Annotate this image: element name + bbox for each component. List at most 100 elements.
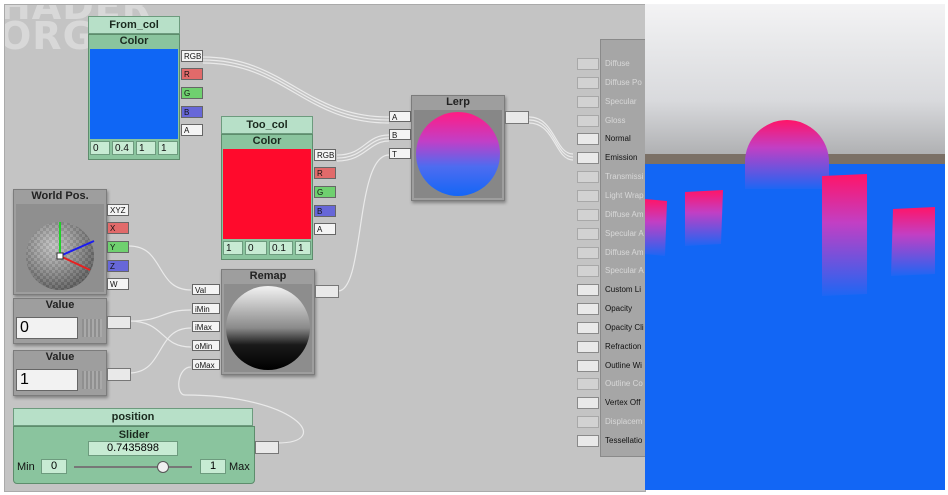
slider-min-field[interactable]: 0 bbox=[41, 459, 67, 474]
output-w[interactable]: W bbox=[107, 278, 129, 290]
output-rgb[interactable]: RGB bbox=[314, 149, 336, 161]
main-input-row[interactable]: Light Wrap bbox=[577, 189, 645, 202]
main-input-row[interactable]: Custom Li bbox=[577, 284, 645, 297]
main-input-connector[interactable] bbox=[577, 303, 599, 316]
slider-track[interactable] bbox=[74, 466, 192, 468]
from-col-b[interactable]: 1 bbox=[136, 141, 156, 155]
node-editor-canvas[interactable]: HADER ORGE From_col Color 0 0.4 1 1 RGB … bbox=[4, 4, 646, 492]
value-node-1[interactable]: Value 1 bbox=[13, 350, 107, 396]
main-input-connector[interactable] bbox=[577, 95, 599, 108]
main-input-row[interactable]: Emission bbox=[577, 152, 645, 165]
lerp-output[interactable] bbox=[505, 111, 529, 124]
main-input-row[interactable]: Gloss bbox=[577, 114, 645, 127]
output-a[interactable]: A bbox=[314, 223, 336, 235]
remap-node[interactable]: Remap bbox=[221, 269, 315, 375]
remap-output[interactable] bbox=[315, 285, 339, 298]
main-input-connector[interactable] bbox=[577, 152, 599, 165]
main-input-row[interactable]: Diffuse Am bbox=[577, 208, 645, 221]
from-col-swatch[interactable] bbox=[90, 49, 178, 139]
from-col-values[interactable]: 0 0.4 1 1 bbox=[90, 140, 178, 158]
too-col-r[interactable]: 1 bbox=[223, 241, 243, 255]
main-input-connector[interactable] bbox=[577, 208, 599, 221]
value-grip-icon[interactable] bbox=[82, 319, 102, 337]
main-input-row[interactable]: Transmissi bbox=[577, 171, 645, 184]
from-col-g[interactable]: 0.4 bbox=[112, 141, 134, 155]
main-input-connector[interactable] bbox=[577, 435, 599, 447]
too-col-swatch[interactable] bbox=[223, 149, 311, 239]
remap-input-imin[interactable]: iMin bbox=[192, 303, 220, 314]
position-output[interactable] bbox=[255, 441, 279, 454]
output-r[interactable]: R bbox=[181, 68, 203, 80]
output-x[interactable]: X bbox=[107, 222, 129, 234]
slider-thumb[interactable] bbox=[156, 461, 169, 473]
lerp-input-t[interactable]: T bbox=[389, 148, 411, 159]
main-input-row[interactable]: Outline Co bbox=[577, 378, 645, 391]
main-output-node[interactable]: Diffuse Diffuse Po Specular Gloss Normal Emis… bbox=[577, 39, 645, 457]
slider-max-field[interactable]: 1 bbox=[200, 459, 226, 474]
value-grip-icon[interactable] bbox=[82, 371, 102, 389]
output-g[interactable]: G bbox=[314, 186, 336, 198]
remap-input-omax[interactable]: oMax bbox=[192, 359, 220, 370]
main-input-connector[interactable] bbox=[577, 340, 599, 353]
preview-viewport[interactable] bbox=[645, 4, 945, 490]
world-pos-node[interactable]: World Pos. bbox=[13, 189, 107, 295]
output-y[interactable]: Y bbox=[107, 241, 129, 253]
value-field[interactable]: 1 bbox=[16, 369, 78, 391]
from-col-a[interactable]: 1 bbox=[158, 141, 178, 155]
remap-input-imax[interactable]: iMax bbox=[192, 321, 220, 332]
lerp-input-b[interactable]: B bbox=[389, 129, 411, 140]
main-input-row[interactable]: Specular A bbox=[577, 265, 645, 278]
too-col-a[interactable]: 1 bbox=[295, 241, 311, 255]
value-node-0[interactable]: Value 0 bbox=[13, 298, 107, 344]
output-rgb[interactable]: RGB bbox=[181, 50, 203, 62]
main-input-connector[interactable] bbox=[577, 58, 599, 70]
main-input-connector[interactable] bbox=[577, 359, 599, 372]
main-input-row[interactable]: Tessellatio bbox=[577, 435, 645, 447]
main-input-connector[interactable] bbox=[577, 171, 599, 184]
main-input-row[interactable]: Specular A bbox=[577, 227, 645, 240]
too-col-g[interactable]: 0 bbox=[245, 241, 267, 255]
too-col-values[interactable]: 1 0 0.1 1 bbox=[223, 240, 311, 258]
main-input-connector[interactable] bbox=[577, 114, 599, 127]
main-input-connector[interactable] bbox=[577, 246, 599, 259]
main-input-row[interactable]: Diffuse bbox=[577, 58, 645, 70]
from-col-r[interactable]: 0 bbox=[90, 141, 110, 155]
main-input-connector[interactable] bbox=[577, 397, 599, 410]
value-field[interactable]: 0 bbox=[16, 317, 78, 339]
main-input-connector[interactable] bbox=[577, 378, 599, 391]
main-input-row[interactable]: Normal bbox=[577, 133, 645, 146]
too-col-node[interactable]: Too_col Color 1 0 0.1 1 bbox=[221, 116, 313, 260]
output-z[interactable]: Z bbox=[107, 260, 129, 272]
main-input-row[interactable]: Opacity Cli bbox=[577, 321, 645, 334]
main-input-row[interactable]: Diffuse Po bbox=[577, 76, 645, 89]
main-input-connector[interactable] bbox=[577, 76, 599, 89]
main-input-row[interactable]: Outline Wi bbox=[577, 359, 645, 372]
output-b[interactable]: B bbox=[314, 205, 336, 217]
main-input-row[interactable]: Opacity bbox=[577, 303, 645, 316]
main-input-row[interactable]: Vertex Off bbox=[577, 397, 645, 410]
from-col-name[interactable]: From_col bbox=[88, 16, 180, 34]
too-col-name[interactable]: Too_col bbox=[221, 116, 313, 134]
main-input-connector[interactable] bbox=[577, 416, 599, 429]
output-xyz[interactable]: XYZ bbox=[107, 204, 129, 216]
output-b[interactable]: B bbox=[181, 106, 203, 118]
output-r[interactable]: R bbox=[314, 167, 336, 179]
main-input-connector[interactable] bbox=[577, 189, 599, 202]
main-input-connector[interactable] bbox=[577, 133, 599, 146]
position-slider-node[interactable]: position Slider 0.7435898 Min 0 1 Max bbox=[13, 408, 255, 484]
main-input-connector[interactable] bbox=[577, 321, 599, 334]
value-0-output[interactable] bbox=[107, 316, 131, 329]
main-input-connector[interactable] bbox=[577, 265, 599, 278]
remap-input-omin[interactable]: oMin bbox=[192, 340, 220, 351]
main-input-row[interactable]: Refraction bbox=[577, 340, 645, 353]
slider-value-field[interactable]: 0.7435898 bbox=[88, 441, 178, 456]
main-input-connector[interactable] bbox=[577, 284, 599, 297]
output-a[interactable]: A bbox=[181, 124, 203, 136]
main-input-connector[interactable] bbox=[577, 227, 599, 240]
remap-input-val[interactable]: Val bbox=[192, 284, 220, 295]
main-input-row[interactable]: Specular bbox=[577, 95, 645, 108]
main-input-row[interactable]: Diffuse Am bbox=[577, 246, 645, 259]
from-col-node[interactable]: From_col Color 0 0.4 1 1 bbox=[88, 16, 180, 160]
position-name[interactable]: position bbox=[13, 408, 253, 426]
value-1-output[interactable] bbox=[107, 368, 131, 381]
